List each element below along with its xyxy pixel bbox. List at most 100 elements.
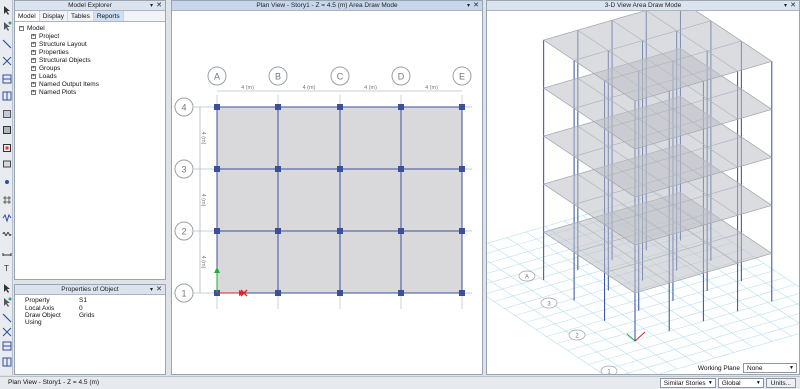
column-node	[275, 104, 281, 110]
working-plane-control: Working Plane None ▼	[698, 363, 797, 373]
draw-spring-icon[interactable]	[1, 228, 12, 239]
property-row[interactable]: Local Axis 0	[15, 305, 165, 313]
close-icon[interactable]: ✕	[790, 1, 796, 11]
grid-bubble-label: B	[275, 72, 281, 82]
plan-view-title: Plan View - Story1 - Z = 4.5 (m) Area Dr…	[172, 1, 482, 11]
expand-icon[interactable]: +	[31, 65, 36, 71]
grid-bubble-label: 3	[181, 165, 186, 175]
pointer-icon[interactable]	[1, 282, 12, 293]
draw-frame-icon[interactable]	[1, 38, 12, 49]
property-row[interactable]: Draw Object Using Grids	[15, 312, 165, 326]
pin-icon[interactable]: ▾	[784, 1, 787, 11]
close-icon[interactable]: ✕	[156, 285, 162, 295]
expand-icon[interactable]: +	[31, 81, 36, 87]
tree-item[interactable]: + Project	[19, 32, 165, 40]
dimension-label: 4 (m)	[200, 256, 206, 269]
expand-icon[interactable]: +	[31, 41, 36, 47]
tab-reports[interactable]: Reports	[93, 11, 124, 21]
draw-frame-icon[interactable]	[1, 312, 12, 323]
expand-icon[interactable]: +	[31, 49, 36, 55]
column-node	[214, 166, 220, 172]
3d-canvas[interactable]: A321	[430, 0, 800, 386]
tree-item[interactable]: + Loads	[19, 72, 165, 80]
column-node	[275, 166, 281, 172]
status-text: Plan View - Story1 - Z = 4.5 (m)	[8, 379, 100, 386]
tree-root[interactable]: − Model	[19, 24, 165, 32]
plan-canvas[interactable]: A B C D E 4 3 2 1 4 (m) 4 (m) 4 (m) 4 (m) 4 (m) 4 (m) 4…	[172, 11, 482, 374]
draw-link-icon[interactable]	[1, 212, 12, 223]
column-node	[275, 290, 281, 296]
draw-slab-icon[interactable]	[1, 158, 12, 169]
tree-item-label: Named Plots	[39, 88, 77, 96]
draw-grid-icon[interactable]	[1, 194, 12, 205]
column-node	[398, 166, 404, 172]
property-key: Local Axis	[25, 304, 55, 312]
draw-brace-icon[interactable]	[1, 55, 12, 66]
collapse-icon[interactable]: −	[19, 25, 24, 31]
draw-point-icon[interactable]	[1, 176, 12, 187]
property-key: Draw Object Using	[25, 312, 61, 326]
close-icon[interactable]: ✕	[473, 1, 479, 11]
reshape-icon[interactable]	[1, 20, 12, 31]
column-node	[459, 290, 465, 296]
draw-brace-icon[interactable]	[1, 326, 12, 337]
draw-column-icon[interactable]	[1, 356, 12, 367]
pointer-icon[interactable]	[1, 4, 12, 15]
draw-opening-icon[interactable]	[1, 142, 12, 153]
draw-wall-icon[interactable]	[1, 124, 12, 135]
tree-item[interactable]: + Named Output Items	[19, 80, 165, 88]
reshape-icon[interactable]	[1, 296, 12, 307]
units-button[interactable]: Units...	[765, 378, 796, 388]
property-row[interactable]: Property S1	[15, 297, 165, 305]
property-value[interactable]: Grids	[79, 312, 165, 320]
close-icon[interactable]: ✕	[156, 1, 162, 11]
tab-model[interactable]: Model	[15, 11, 40, 21]
grid-bubble-label: C	[337, 72, 344, 82]
ground-grid-line	[598, 313, 800, 372]
draw-text-icon[interactable]: T	[1, 262, 12, 273]
dimension-label: 4 (m)	[303, 85, 316, 91]
column-node	[459, 228, 465, 234]
chevron-down-icon: ▼	[755, 380, 761, 386]
expand-icon[interactable]: +	[31, 89, 36, 95]
tab-display[interactable]: Display	[40, 11, 69, 21]
model-explorer-tabs: Model Display Tables Reports	[15, 11, 165, 22]
column-node	[337, 228, 343, 234]
expand-icon[interactable]: +	[31, 73, 36, 79]
draw-area-icon[interactable]	[1, 108, 12, 119]
tree-item[interactable]: + Properties	[19, 48, 165, 56]
tree-item[interactable]: + Named Plots	[19, 88, 165, 96]
pin-icon[interactable]: ▾	[150, 285, 153, 295]
expand-icon[interactable]: +	[31, 33, 36, 39]
draw-beam-icon[interactable]	[1, 73, 12, 84]
left-toolbar: T	[0, 0, 13, 375]
chevron-down-icon: ▼	[707, 380, 713, 386]
model-explorer-panel: Model Explorer ▾ ✕ Model Display Tables …	[14, 0, 166, 280]
tree-item[interactable]: + Structural Objects	[19, 56, 165, 64]
expand-icon[interactable]: +	[31, 57, 36, 63]
column-node	[337, 166, 343, 172]
column-node	[398, 228, 404, 234]
ground-grid-line	[567, 284, 796, 351]
status-bar: Plan View - Story1 - Z = 4.5 (m) Similar…	[0, 376, 800, 389]
working-plane-dropdown[interactable]: None ▼	[743, 363, 797, 373]
draw-dimension-icon[interactable]	[1, 246, 12, 257]
property-value[interactable]: S1	[79, 297, 165, 305]
property-value[interactable]: 0	[79, 305, 165, 313]
coord-system-dropdown[interactable]: Global ▼	[717, 378, 764, 388]
tree-item[interactable]: + Groups	[19, 64, 165, 72]
tree-item-label: Properties	[39, 48, 69, 56]
tree-item-label: Structural Objects	[39, 56, 91, 64]
column-node	[275, 228, 281, 234]
pin-icon[interactable]: ▾	[150, 1, 153, 11]
plan-view-panel: Plan View - Story1 - Z = 4.5 (m) Area Dr…	[171, 0, 483, 375]
tab-tables[interactable]: Tables	[68, 11, 94, 21]
column-node	[398, 104, 404, 110]
stories-dropdown[interactable]: Similar Stories ▼	[659, 378, 716, 388]
dimension-label: 4 (m)	[364, 85, 377, 91]
draw-beam-icon[interactable]	[1, 340, 12, 351]
pin-icon[interactable]: ▾	[467, 1, 470, 11]
tree-item[interactable]: + Structure Layout	[19, 40, 165, 48]
draw-column-icon[interactable]	[1, 90, 12, 101]
ground-grid-line	[556, 277, 786, 344]
